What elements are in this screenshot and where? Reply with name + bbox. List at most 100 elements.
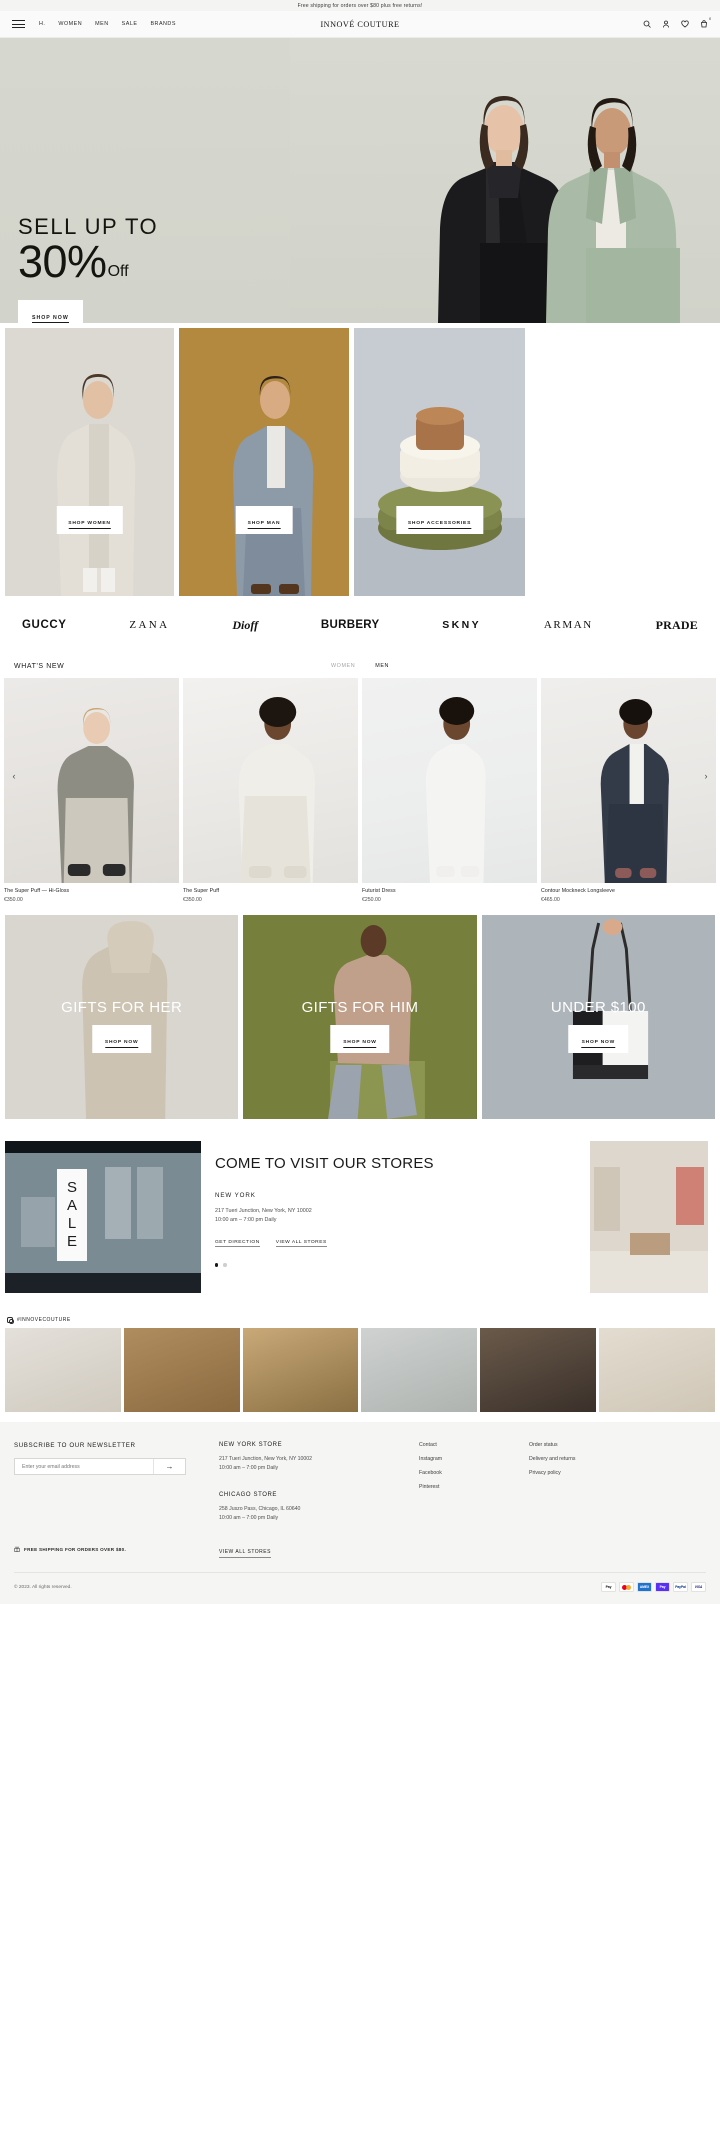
category-tile-accessories[interactable]: SHOP ACCESSORIES xyxy=(354,328,525,596)
gift-shop-now-under100[interactable]: SHOP NOW xyxy=(568,1025,629,1053)
instagram-hashtag[interactable]: #INNOVECOUTURE xyxy=(17,1317,71,1323)
site-logo[interactable]: INNOVÉ COUTURE xyxy=(320,20,399,29)
brand-logo-skny[interactable]: SKNY xyxy=(442,619,481,631)
email-input[interactable] xyxy=(15,1459,153,1474)
store-info: COME TO VISIT OUR STORES NEW YORK 217 Tu… xyxy=(215,1141,576,1267)
sale-sign: SALE xyxy=(57,1169,87,1261)
homepage: Free shipping for orders over $80 plus f… xyxy=(0,0,720,1604)
gift-title-under100: UNDER $100 xyxy=(550,999,646,1016)
gift-shop-now-under100-label: SHOP NOW xyxy=(581,1040,616,1048)
instagram-tile[interactable] xyxy=(361,1328,478,1412)
product-card[interactable]: The Super Puff — Hi-Gloss €350.00 xyxy=(4,678,179,903)
product-card[interactable]: Futurist Dress €250.00 xyxy=(362,678,537,903)
product-card[interactable]: Contour Mockneck Longsleeve €465.00 xyxy=(541,678,716,903)
nav-item-men[interactable]: MEN xyxy=(95,21,108,27)
footer-link-pinterest[interactable]: Pinterest xyxy=(419,1484,529,1490)
gift-shop-now-him[interactable]: SHOP NOW xyxy=(330,1025,390,1053)
category-tiles: SHOP WOMEN SHOP MAN SHOP ACCESSORIES xyxy=(0,328,720,596)
footer-view-all-stores[interactable]: VIEW ALL STORES xyxy=(219,1549,271,1558)
brand-logo-dioff[interactable]: Dioff xyxy=(232,618,258,633)
category-photo-accessories xyxy=(354,328,525,596)
whats-new-header: WHAT'S NEW WOMEN MEN xyxy=(0,654,720,678)
shop-women-label: SHOP WOMEN xyxy=(68,521,111,529)
product-image xyxy=(541,678,716,883)
footer-link-instagram[interactable]: Instagram xyxy=(419,1456,529,1462)
product-card[interactable]: The Super Puff €350.00 xyxy=(183,678,358,903)
main-nav: H. WOMEN MEN SALE BRANDS xyxy=(39,21,176,27)
product-name: Futurist Dress xyxy=(362,888,396,894)
footer-link-facebook[interactable]: Facebook xyxy=(419,1470,529,1476)
store-links: GET DIRECTION VIEW ALL STORES xyxy=(215,1240,576,1248)
brand-logo-prade[interactable]: PRADE xyxy=(656,618,698,633)
product-carousel: The Super Puff — Hi-Gloss €350.00 The Su… xyxy=(0,678,720,903)
arrow-right-icon: → xyxy=(165,1461,174,1471)
category-tile-man[interactable]: SHOP MAN xyxy=(179,328,349,596)
gift-banner-her[interactable]: GIFTS FOR HER SHOP NOW xyxy=(5,915,239,1119)
hero-shop-now-button[interactable]: SHOP NOW xyxy=(18,299,83,323)
store-carousel-dots xyxy=(215,1263,576,1267)
footer-link-delivery-returns[interactable]: Delivery and returns xyxy=(529,1456,575,1462)
payment-visa: VISA xyxy=(691,1582,706,1592)
gift-shop-now-her-label: SHOP NOW xyxy=(104,1040,139,1048)
instagram-tile[interactable] xyxy=(242,1328,359,1412)
instagram-header: #INNOVECOUTURE xyxy=(0,1307,720,1328)
brand-logo-burbery[interactable]: BURBERY xyxy=(321,619,380,631)
store-photo-left: SALE xyxy=(5,1141,201,1293)
category-photo-man xyxy=(179,328,349,596)
nav-item-women[interactable]: WOMEN xyxy=(58,21,82,27)
payment-methods: Pay AMEX Pay PayPal VISA xyxy=(601,1582,706,1592)
brand-logo-guccy[interactable]: GUCCY xyxy=(22,619,67,631)
brand-logo-arman[interactable]: ARMAN xyxy=(544,619,593,631)
hero-headline: SELL UP TO xyxy=(18,214,159,239)
gift-title-him: GIFTS FOR HIM xyxy=(301,999,419,1016)
chevron-right-icon[interactable]: › xyxy=(700,770,712,782)
hamburger-icon[interactable] xyxy=(12,20,25,28)
shop-man-button[interactable]: SHOP MAN xyxy=(235,506,293,534)
gift-banner-under100[interactable]: UNDER $100 SHOP NOW xyxy=(481,915,715,1119)
store-photo-right xyxy=(590,1141,708,1293)
shop-women-button[interactable]: SHOP WOMEN xyxy=(56,506,123,534)
gift-title-her: GIFTS FOR HER xyxy=(61,999,183,1016)
carousel-dot-1[interactable] xyxy=(215,1263,219,1267)
gift-banners: GIFTS FOR HER SHOP NOW GIFTS FOR HIM SHO… xyxy=(0,915,720,1119)
user-icon[interactable] xyxy=(662,20,670,28)
hero-discount: 30% xyxy=(18,236,107,287)
gift-shop-now-her[interactable]: SHOP NOW xyxy=(91,1025,152,1053)
gift-photo-him xyxy=(243,915,477,1119)
instagram-tile[interactable] xyxy=(599,1328,715,1412)
store-address: 217 Tueri Junction, New York, NY 10002 xyxy=(215,1207,312,1214)
instagram-tile[interactable] xyxy=(480,1328,597,1412)
tab-men[interactable]: MEN xyxy=(375,663,389,669)
product-name: The Super Puff — Hi-Gloss xyxy=(4,888,70,894)
category-tile-women[interactable]: SHOP WOMEN xyxy=(5,328,174,596)
heart-icon[interactable] xyxy=(681,20,689,28)
sale-sign-text: SALE xyxy=(63,1179,81,1251)
instagram-tile[interactable] xyxy=(5,1328,121,1412)
chevron-left-icon[interactable]: ‹ xyxy=(8,770,20,782)
instagram-tile[interactable] xyxy=(123,1328,240,1412)
footer-stores-block: NEW YORK STORE 217 Tueri Junction, New Y… xyxy=(219,1442,419,1566)
tab-women[interactable]: WOMEN xyxy=(331,663,355,669)
view-all-stores-link[interactable]: VIEW ALL STORES xyxy=(275,1240,327,1248)
shop-accessories-button[interactable]: SHOP ACCESSORIES xyxy=(395,506,484,534)
gift-banner-him[interactable]: GIFTS FOR HIM SHOP NOW xyxy=(243,915,477,1119)
brand-logo-zana[interactable]: ZANA xyxy=(129,619,169,631)
carousel-dot-2[interactable] xyxy=(223,1263,227,1267)
shop-accessories-label: SHOP ACCESSORIES xyxy=(407,521,472,529)
nav-item-home[interactable]: H. xyxy=(39,21,45,27)
nav-item-sale[interactable]: SALE xyxy=(122,21,138,27)
footer-link-order-status[interactable]: Order status xyxy=(529,1442,575,1448)
newsletter-submit-button[interactable]: → xyxy=(153,1459,185,1474)
store-city: NEW YORK xyxy=(215,1191,256,1199)
footer-link-privacy-policy[interactable]: Privacy policy xyxy=(529,1470,575,1476)
product-price: €465.00 xyxy=(541,897,560,903)
payment-mastercard xyxy=(619,1582,634,1592)
nav-item-brands[interactable]: BRANDS xyxy=(150,21,175,27)
get-direction-link[interactable]: GET DIRECTION xyxy=(215,1240,260,1248)
footer-store-hours: 10:00 am – 7:00 pm Daily xyxy=(219,1465,279,1472)
hero-shop-now-label: SHOP NOW xyxy=(32,314,69,323)
bag-icon[interactable]: 0 xyxy=(700,17,711,28)
footer-link-contact[interactable]: Contact xyxy=(419,1442,529,1448)
gift-photo-her xyxy=(5,915,239,1119)
search-icon[interactable] xyxy=(643,20,651,28)
